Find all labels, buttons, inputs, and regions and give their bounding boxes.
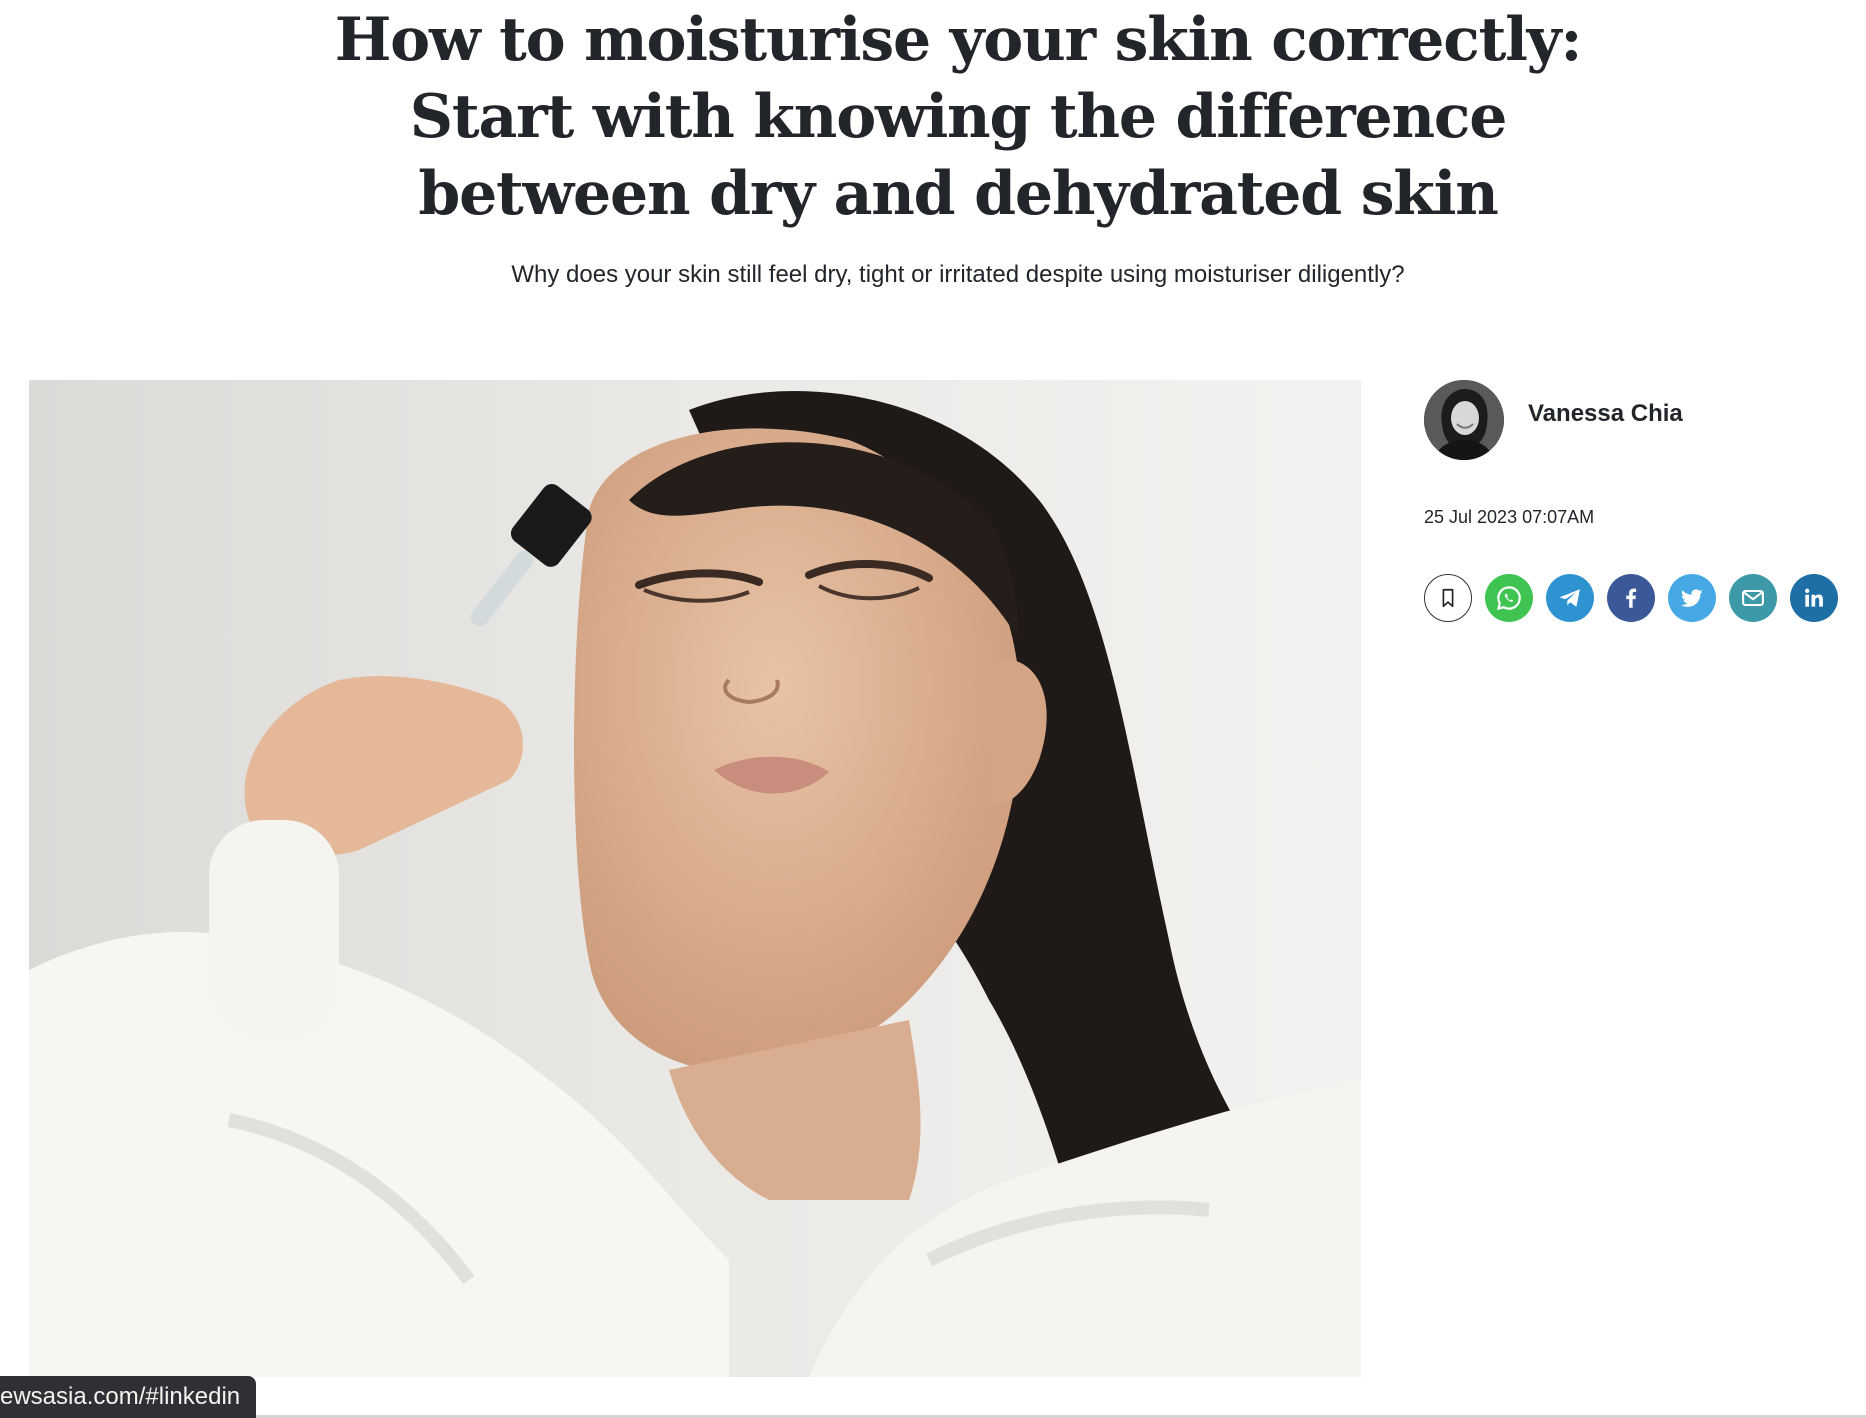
telegram-icon [1559, 589, 1580, 607]
bookmark-button[interactable] [1424, 574, 1472, 622]
twitter-icon [1681, 589, 1703, 607]
whatsapp-share-button[interactable] [1485, 574, 1533, 622]
hero-image [29, 380, 1361, 1377]
facebook-share-button[interactable] [1607, 574, 1655, 622]
share-toolbar [1424, 574, 1838, 622]
author-name[interactable]: Vanessa Chia [1528, 400, 1683, 428]
linkedin-share-button[interactable] [1790, 574, 1838, 622]
twitter-share-button[interactable] [1668, 574, 1716, 622]
mail-icon [1742, 589, 1764, 607]
facebook-icon [1626, 588, 1637, 608]
linkedin-icon [1805, 588, 1823, 607]
publish-date: 25 Jul 2023 07:07AM [1424, 507, 1595, 527]
article-standfirst: Why does your skin still feel dry, tight… [511, 261, 1405, 288]
article-headline: How to moisturise your skin correctly: S… [334, 5, 1583, 229]
whatsapp-icon [1496, 586, 1521, 611]
author-avatar[interactable] [1424, 380, 1504, 460]
status-bar-url: ewsasia.com/#linkedin [0, 1376, 257, 1418]
bookmark-icon [1442, 588, 1454, 608]
telegram-share-button[interactable] [1546, 574, 1594, 622]
email-share-button[interactable] [1729, 574, 1777, 622]
